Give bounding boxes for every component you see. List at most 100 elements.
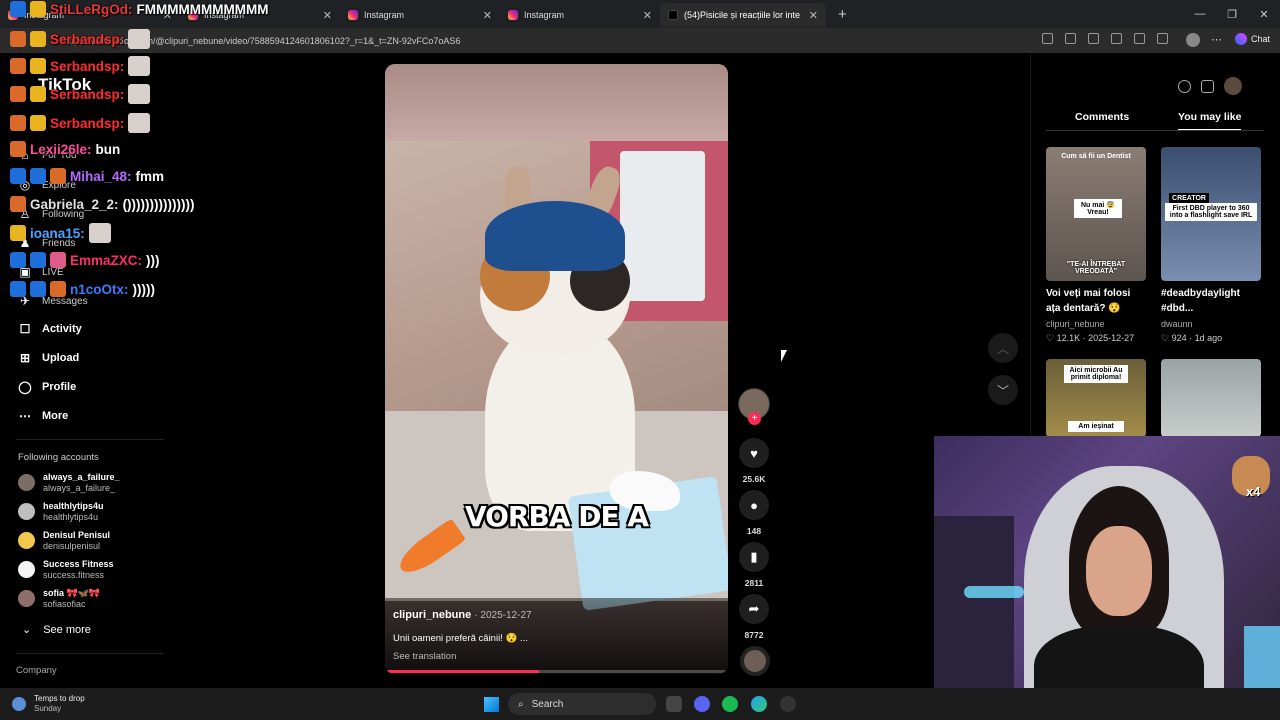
company-link[interactable]: Company (16, 665, 57, 676)
weather-day: Sunday (34, 704, 62, 713)
comment-icon: ● (750, 497, 758, 513)
suggested-video-thumbnail[interactable]: CREATOR First DBD player to 360 into a f… (1161, 147, 1261, 281)
music-disc-icon[interactable] (740, 646, 770, 676)
address-bar: https://www.tiktok.com/@clipuri_nebune/v… (0, 28, 1280, 53)
nav-more[interactable]: ⋯ More (18, 409, 68, 423)
chat-text: ))) (146, 252, 160, 268)
see-translation-link[interactable]: See translation (393, 651, 456, 662)
previous-video-button[interactable]: ︿ (988, 333, 1018, 363)
video-player[interactable]: VORBA DE A clipuri_nebune · 2025-12-27 U… (385, 64, 728, 674)
fridge (620, 151, 705, 301)
stream-chat-overlay: StiLLeRgOd: FMMMMMMMMMMM Serbandsp: Serb… (10, 1, 310, 305)
comment-button[interactable]: ● (739, 490, 769, 520)
tab-you-may-like[interactable]: You may like (1178, 111, 1242, 131)
edge-icon[interactable] (751, 696, 767, 712)
avatar (18, 532, 35, 549)
favorite-icon[interactable] (1065, 33, 1076, 44)
split-screen-icon[interactable] (1042, 33, 1053, 44)
bookmark-icon: ▮ (750, 549, 758, 564)
url-field[interactable]: https://www.tiktok.com/@clipuri_nebune/v… (64, 33, 1044, 49)
weather-widget[interactable]: Temps to drop Sunday (12, 694, 85, 714)
suggested-video-title[interactable]: Voi veți mai folosi ața dentară? 😯 (1046, 286, 1146, 316)
close-icon[interactable]: ✕ (483, 9, 492, 22)
maximize-icon[interactable]: ❐ (1216, 0, 1248, 28)
video-progress-fill (385, 670, 540, 673)
share-button[interactable]: ➦ (739, 594, 769, 624)
minimize-icon[interactable]: — (1184, 0, 1216, 28)
taskbar-search[interactable]: ⌕ Search (508, 693, 656, 715)
heart-icon: ♥ (750, 445, 758, 461)
knitted-hat (485, 201, 625, 271)
chat-message: Lexii26le: bun (10, 141, 120, 157)
browser-tab[interactable]: Instagram ✕ (340, 3, 500, 27)
close-icon[interactable]: ✕ (643, 9, 652, 22)
file-explorer-icon[interactable] (666, 696, 682, 712)
following-account[interactable]: Denisul Penisul denisulpenisul (18, 530, 110, 551)
collections-icon[interactable] (1134, 33, 1145, 44)
chevron-down-icon: ⌄ (22, 624, 32, 636)
spotify-icon[interactable] (722, 696, 738, 712)
app-icon[interactable] (780, 696, 796, 712)
menu-dots-icon[interactable]: ⋯ (1211, 33, 1222, 46)
badge-icon (10, 281, 26, 297)
suggested-video-author[interactable]: dwaunn (1161, 319, 1193, 329)
instagram-icon (348, 10, 358, 20)
tab-comments[interactable]: Comments (1075, 111, 1129, 123)
download-icon[interactable] (1157, 33, 1168, 44)
browser-tab[interactable]: Instagram ✕ (500, 3, 660, 27)
follow-plus-icon[interactable]: + (748, 412, 761, 425)
profile-avatar[interactable] (1186, 33, 1200, 47)
avatar (18, 503, 35, 520)
badge-icon (30, 281, 46, 297)
author-name: clipuri_nebune (393, 609, 472, 621)
following-account[interactable]: always_a_failure_ always_a_failure_ (18, 472, 120, 493)
device-icon[interactable] (1201, 79, 1214, 93)
account-handle: sofiasofiac (43, 599, 86, 609)
suggested-video-author[interactable]: clipuri_nebune (1046, 319, 1105, 329)
browser-tab-active[interactable]: (54)Pisicile și reacțiile lor inte ✕ (660, 3, 826, 27)
chat-user: StiLLeRgOd: (50, 1, 133, 17)
save-button[interactable]: ▮ (739, 542, 769, 572)
streamer (1034, 486, 1204, 720)
suggested-video-thumbnail[interactable] (1161, 359, 1261, 437)
following-account[interactable]: sofia 🎀🦋🎀 sofiasofiac (18, 588, 100, 609)
see-more-button[interactable]: ⌄ See more (22, 623, 91, 637)
coin-icon[interactable] (1178, 79, 1191, 93)
nav-label: More (42, 410, 69, 422)
favorites-bar-icon[interactable] (1111, 33, 1122, 44)
weather-icon (12, 697, 26, 711)
like-button[interactable]: ♥ (739, 438, 769, 468)
video-date: 2025-12-27 (480, 610, 532, 621)
chat-label: Chat (1250, 34, 1270, 44)
following-account[interactable]: Success Fitness success.fitness (18, 559, 114, 580)
thumb-text: First DBD player to 360 into a flashligh… (1165, 203, 1257, 221)
next-video-button[interactable]: ﹀ (988, 375, 1018, 405)
user-avatar[interactable] (1224, 77, 1242, 95)
video-author[interactable]: clipuri_nebune · 2025-12-27 (393, 609, 532, 621)
suggested-video-meta: ♡ 12.1K · 2025-12-27 (1046, 333, 1135, 343)
suggested-video-thumbnail[interactable]: Aici microbii Au primit diploma! Am ieși… (1046, 359, 1146, 437)
chat-user: Serbandsp: (50, 58, 125, 74)
discord-icon[interactable] (694, 696, 710, 712)
nav-activity[interactable]: ☐ Activity (18, 322, 82, 336)
search-icon: ⌕ (518, 698, 524, 710)
chat-message: EmmaZXC: ))) (10, 252, 160, 268)
account-name: Success Fitness (43, 559, 114, 569)
video-progress-bar[interactable] (385, 670, 728, 673)
suggested-video-thumbnail[interactable]: Cum să fii un Dentist Nu mai 😨 Vreau! "T… (1046, 147, 1146, 281)
chat-message: Serbandsp: (10, 56, 151, 76)
following-account[interactable]: healthlytips4u healthlytips4u (18, 501, 104, 522)
close-icon[interactable]: ✕ (323, 9, 332, 22)
suggested-video-title[interactable]: #deadbydaylight #dbd... (1161, 286, 1261, 316)
windows-start-icon[interactable] (484, 697, 499, 712)
close-icon[interactable]: ✕ (809, 9, 818, 22)
share-count: 8772 (744, 630, 764, 640)
crown-badge-icon (10, 225, 26, 241)
upload-icon: ⊞ (19, 351, 31, 365)
nav-profile[interactable]: ◯ Profile (18, 380, 76, 394)
new-tab-icon[interactable]: + (838, 6, 847, 23)
extensions-icon[interactable] (1088, 33, 1099, 44)
nav-upload[interactable]: ⊞ Upload (18, 351, 79, 365)
copilot-chat-button[interactable]: Chat (1234, 33, 1270, 45)
close-window-icon[interactable]: ✕ (1248, 0, 1280, 28)
